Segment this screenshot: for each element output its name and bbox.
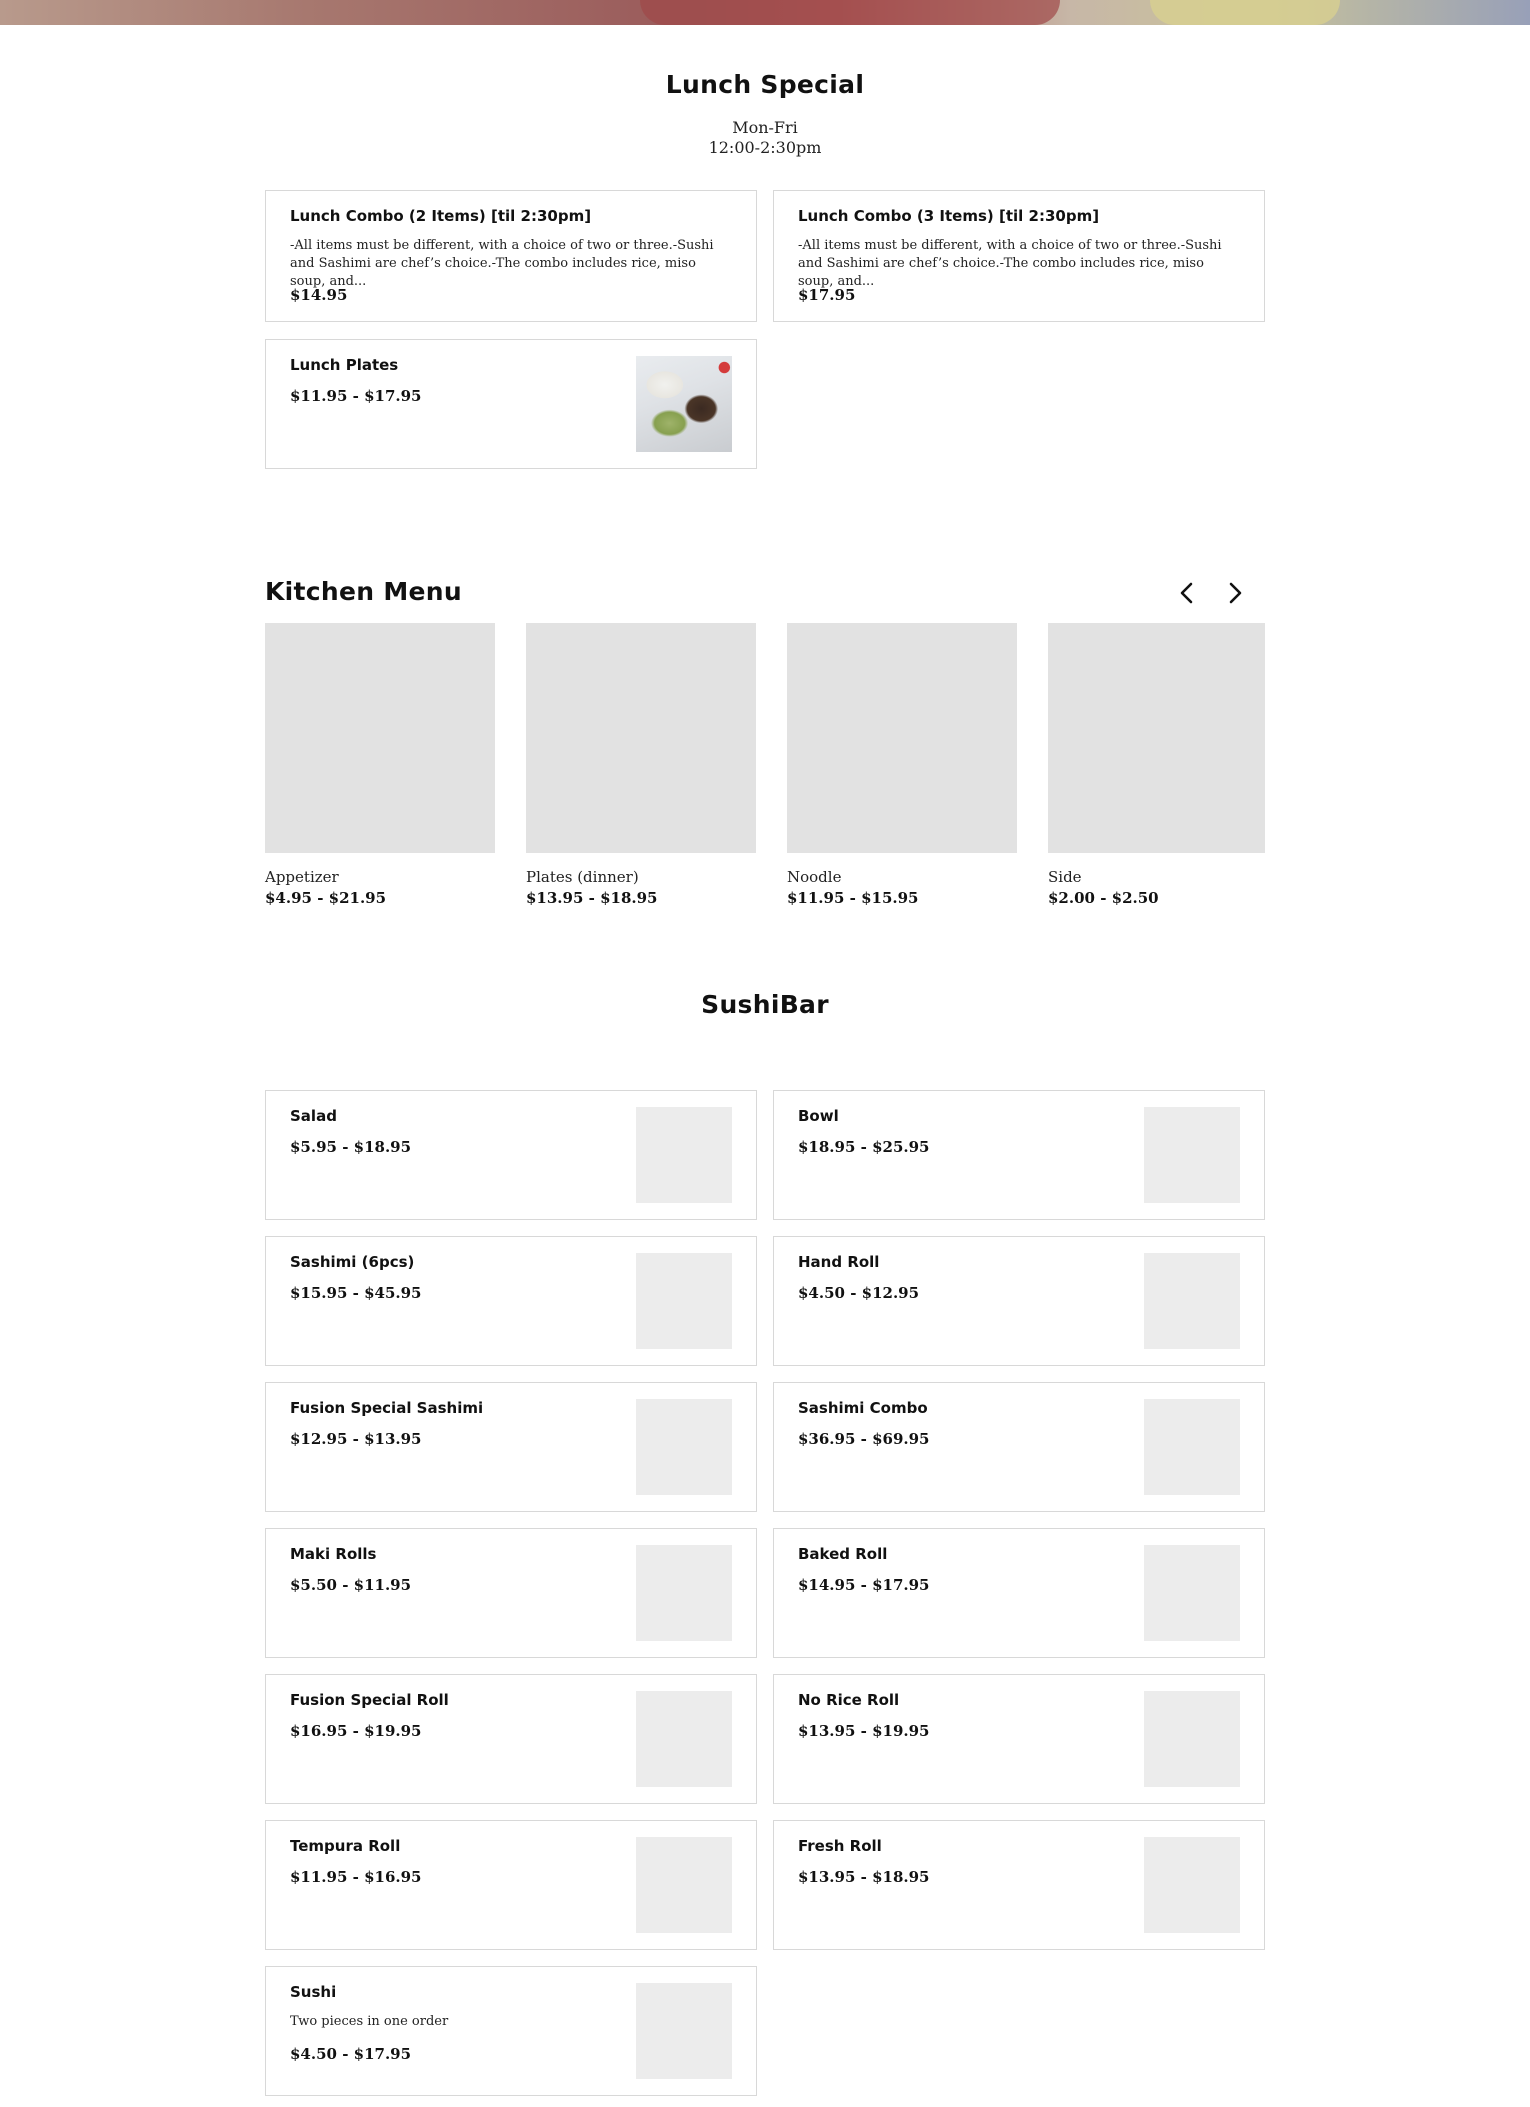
- card-price: $17.95: [798, 286, 856, 304]
- menu-card-lunch-plates[interactable]: Lunch Plates $11.95 - $17.95: [265, 339, 757, 469]
- item-price: $11.95 - $15.95: [787, 889, 919, 907]
- card-title: Lunch Combo (3 Items) [til 2:30pm]: [798, 207, 1100, 225]
- item-image-placeholder: [636, 1983, 732, 2079]
- item-price: $13.95 - $18.95: [526, 889, 658, 907]
- card-price: $13.95 - $19.95: [798, 1722, 930, 1740]
- card-title: Bowl: [798, 1107, 839, 1125]
- item-image-placeholder: [636, 1545, 732, 1641]
- card-title: Lunch Combo (2 Items) [til 2:30pm]: [290, 207, 592, 225]
- item-name: Side: [1048, 868, 1082, 886]
- card-price: $36.95 - $69.95: [798, 1430, 930, 1448]
- card-title: Lunch Plates: [290, 356, 399, 374]
- item-image-placeholder: [1144, 1691, 1240, 1787]
- card-title: Fusion Special Roll: [290, 1691, 449, 1709]
- card-price: $5.50 - $11.95: [290, 1576, 412, 1594]
- item-image-placeholder: [636, 1837, 732, 1933]
- menu-card-maki-rolls[interactable]: Maki Rolls $5.50 - $11.95: [265, 1528, 757, 1658]
- card-title: Maki Rolls: [290, 1545, 377, 1563]
- carousel-next-button[interactable]: [1220, 578, 1250, 608]
- item-name: Noodle: [787, 868, 842, 886]
- item-image-placeholder: [1048, 623, 1265, 853]
- card-title: Fusion Special Sashimi: [290, 1399, 484, 1417]
- card-price: $4.50 - $17.95: [290, 2045, 412, 2063]
- item-image-placeholder: [1144, 1837, 1240, 1933]
- card-price: $4.50 - $12.95: [798, 1284, 920, 1302]
- menu-card-salad[interactable]: Salad $5.95 - $18.95: [265, 1090, 757, 1220]
- card-price: $14.95 - $17.95: [798, 1576, 930, 1594]
- item-image-placeholder: [636, 1107, 732, 1203]
- item-image-placeholder: [1144, 1107, 1240, 1203]
- lunch-hours: 12:00-2:30pm: [708, 138, 822, 157]
- item-image-placeholder: [526, 623, 756, 853]
- menu-card-lunch-combo-3[interactable]: Lunch Combo (3 Items) [til 2:30pm] -All …: [773, 190, 1265, 322]
- menu-card-lunch-combo-2[interactable]: Lunch Combo (2 Items) [til 2:30pm] -All …: [265, 190, 757, 322]
- card-price: $16.95 - $19.95: [290, 1722, 422, 1740]
- card-price: $13.95 - $18.95: [798, 1868, 930, 1886]
- card-title: Sashimi (6pcs): [290, 1253, 415, 1271]
- item-image-placeholder: [636, 1691, 732, 1787]
- item-image-placeholder: [636, 1253, 732, 1349]
- menu-card-tempura-roll[interactable]: Tempura Roll $11.95 - $16.95: [265, 1820, 757, 1950]
- card-title: Hand Roll: [798, 1253, 880, 1271]
- menu-card-bowl[interactable]: Bowl $18.95 - $25.95: [773, 1090, 1265, 1220]
- card-title: Sashimi Combo: [798, 1399, 928, 1417]
- carousel-prev-button[interactable]: [1172, 578, 1202, 608]
- card-title: Baked Roll: [798, 1545, 888, 1563]
- menu-card-fresh-roll[interactable]: Fresh Roll $13.95 - $18.95: [773, 1820, 1265, 1950]
- item-image-placeholder: [1144, 1545, 1240, 1641]
- item-name: Appetizer: [265, 868, 339, 886]
- menu-card-sashimi[interactable]: Sashimi (6pcs) $15.95 - $45.95: [265, 1236, 757, 1366]
- card-price: $11.95 - $17.95: [290, 387, 422, 405]
- card-price: $18.95 - $25.95: [798, 1138, 930, 1156]
- food-photo: [636, 356, 732, 452]
- menu-card-fusion-special-sashimi[interactable]: Fusion Special Sashimi $12.95 - $13.95: [265, 1382, 757, 1512]
- chevron-left-icon: [1180, 582, 1193, 604]
- item-image-placeholder: [1144, 1399, 1240, 1495]
- card-price: $15.95 - $45.95: [290, 1284, 422, 1302]
- card-title: Salad: [290, 1107, 337, 1125]
- card-title: No Rice Roll: [798, 1691, 900, 1709]
- lunch-special-title: Lunch Special: [665, 70, 865, 99]
- card-title: Sushi: [290, 1983, 337, 2001]
- hero-image: [0, 0, 1530, 25]
- item-image-placeholder: [1144, 1253, 1240, 1349]
- item-image-placeholder: [265, 623, 495, 853]
- menu-card-sashimi-combo[interactable]: Sashimi Combo $36.95 - $69.95: [773, 1382, 1265, 1512]
- item-image-placeholder: [636, 1399, 732, 1495]
- card-description: -All items must be different, with a cho…: [798, 238, 1222, 289]
- item-price: $2.00 - $2.50: [1048, 889, 1159, 907]
- card-price: $5.95 - $18.95: [290, 1138, 412, 1156]
- menu-card-sushi[interactable]: Sushi Two pieces in one order $4.50 - $1…: [265, 1966, 757, 2096]
- menu-card-baked-roll[interactable]: Baked Roll $14.95 - $17.95: [773, 1528, 1265, 1658]
- item-price: $4.95 - $21.95: [265, 889, 387, 907]
- card-price: $14.95: [290, 286, 348, 304]
- item-name: Plates (dinner): [526, 868, 639, 886]
- card-title: Tempura Roll: [290, 1837, 401, 1855]
- menu-card-no-rice-roll[interactable]: No Rice Roll $13.95 - $19.95: [773, 1674, 1265, 1804]
- item-image-placeholder: [787, 623, 1017, 853]
- menu-card-hand-roll[interactable]: Hand Roll $4.50 - $12.95: [773, 1236, 1265, 1366]
- card-price: $12.95 - $13.95: [290, 1430, 422, 1448]
- card-price: $11.95 - $16.95: [290, 1868, 422, 1886]
- lunch-days: Mon-Fri: [732, 118, 798, 137]
- card-title: Fresh Roll: [798, 1837, 882, 1855]
- menu-card-fusion-special-roll[interactable]: Fusion Special Roll $16.95 - $19.95: [265, 1674, 757, 1804]
- card-description: -All items must be different, with a cho…: [290, 238, 714, 289]
- sushibar-title: SushiBar: [701, 990, 829, 1019]
- chevron-right-icon: [1229, 582, 1242, 604]
- kitchen-menu-title: Kitchen Menu: [265, 577, 462, 606]
